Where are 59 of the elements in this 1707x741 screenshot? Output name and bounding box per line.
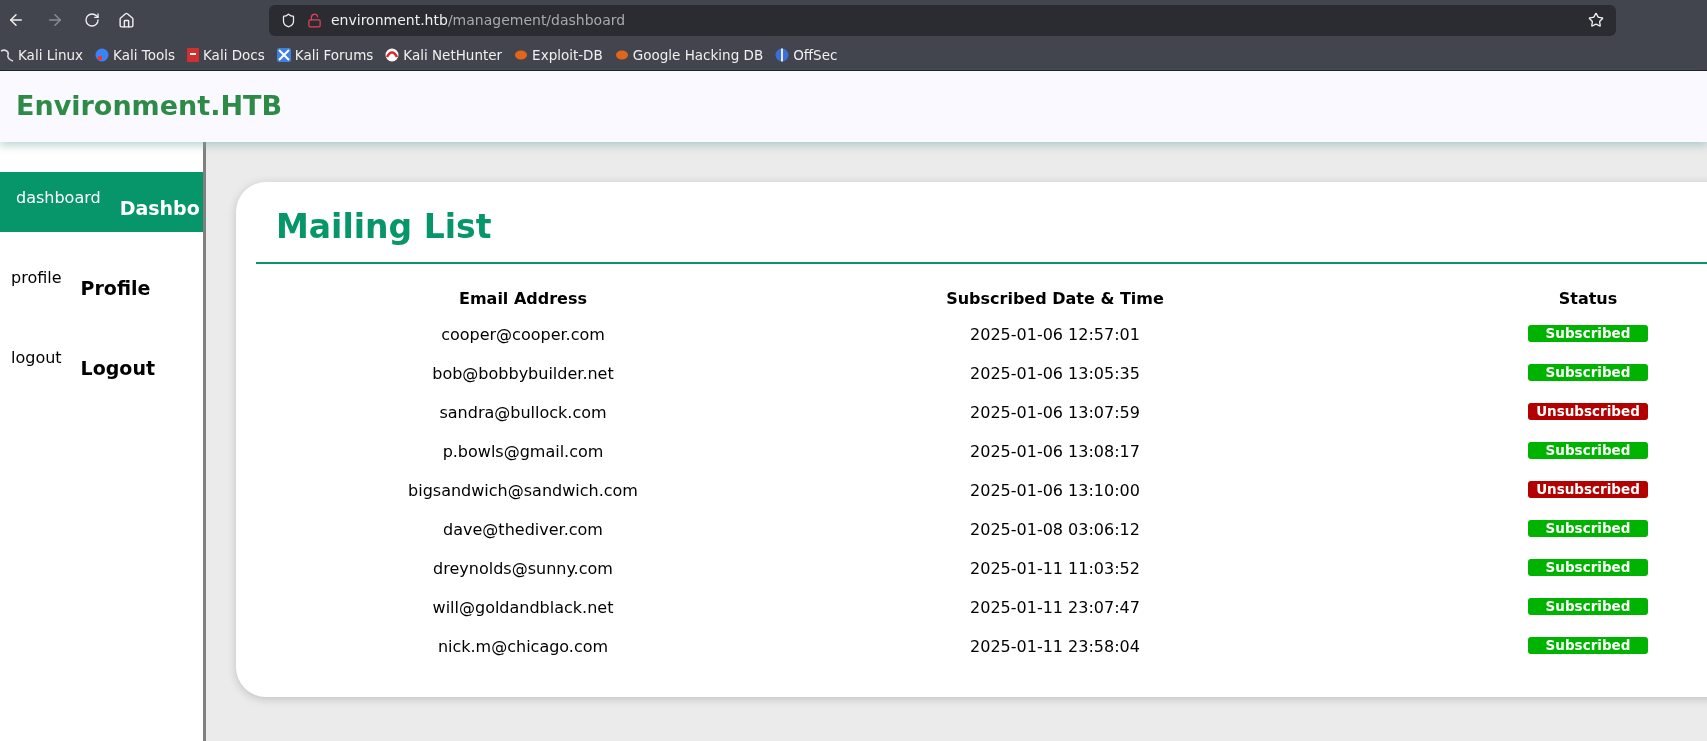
item-label: logout [11,347,62,369]
date-cell-text: 2025-01-06 12:57:01 [970,323,1140,346]
date-cell-text: 2025-01-08 03:06:12 [970,518,1140,541]
status-badge: Subscribed [1528,441,1648,459]
date-cell-text: 2025-01-11 23:07:47 [970,596,1140,619]
date-cell-text: 2025-01-11 23:58:04 [970,635,1140,658]
status-badge: Subscribed [1528,597,1648,615]
reload-icon[interactable] [84,12,100,28]
bookmark-link[interactable]: Kali NetHunter [403,44,503,66]
home-icon[interactable] [118,11,135,29]
url-host: environment.htb [331,10,448,30]
bookmark-link[interactable]: OffSec [793,44,838,66]
column-header: Status [1557,287,1619,310]
column-header: Subscribed Date & Time [945,287,1165,310]
email-cell-text: dave@thediver.com [443,518,603,541]
back-icon[interactable] [7,11,25,29]
status-badge: Unsubscribed [1528,480,1648,498]
bookmark-star-icon[interactable] [1588,12,1604,28]
status-badge: Subscribed [1528,324,1648,342]
bookmark-link[interactable]: Kali Docs [203,44,265,66]
date-cell-text: 2025-01-06 13:08:17 [970,440,1140,463]
bookmark-link[interactable]: Kali Tools [113,44,175,66]
sidebar-item[interactable]: profile Profile [0,252,203,312]
bookmark-link[interactable]: Kali Forums [294,44,374,66]
email-cell-text: will@goldandblack.net [432,596,614,619]
insecure-lock-icon [307,12,322,28]
item-title: Logout [80,356,156,381]
date-cell-text: 2025-01-06 13:10:00 [970,479,1140,502]
email-cell-text: bob@bobbybuilder.net [432,362,614,385]
email-cell-text: nick.m@chicago.com [437,635,609,658]
bookmark-link[interactable]: Exploit-DB [532,44,603,66]
url-path: /management/dashboard [447,10,626,30]
date-cell-text: 2025-01-11 11:03:52 [970,557,1140,580]
bookmark-link[interactable]: Kali Linux [18,44,84,66]
date-cell-text: 2025-01-06 13:05:35 [970,362,1140,385]
sidebar-item[interactable]: dashboard Dashbo [0,172,203,232]
status-badge: Subscribed [1528,519,1648,537]
address-bar[interactable]: environment.htb/management/dashboard [269,4,1616,36]
column-header: Email Address [458,287,588,310]
date-cell-text: 2025-01-06 13:07:59 [970,401,1140,424]
email-cell-text: bigsandwich@sandwich.com [408,479,638,502]
status-badge: Subscribed [1528,363,1648,381]
item-label: dashboard [16,187,101,209]
site-title: Environment.HTB [16,89,283,124]
bookmark-link[interactable]: Google Hacking DB [632,44,764,66]
email-cell-text: cooper@cooper.com [441,323,605,346]
email-cell-text: dreynolds@sunny.com [433,557,613,580]
forward-icon[interactable] [46,11,64,29]
email-cell-text: p.bowls@gmail.com [442,440,604,463]
item-label: profile [11,267,62,289]
item-title: Dashbo [119,196,200,221]
email-cell-text: sandra@bullock.com [439,401,607,424]
item-title: Profile [80,276,151,301]
status-badge: Subscribed [1528,636,1648,654]
sidebar-item[interactable]: logout Logout [0,332,203,392]
status-badge: Unsubscribed [1528,402,1648,420]
card-title: Mailing List [256,202,1707,264]
status-badge: Subscribed [1528,558,1648,576]
shield-icon [281,12,296,28]
